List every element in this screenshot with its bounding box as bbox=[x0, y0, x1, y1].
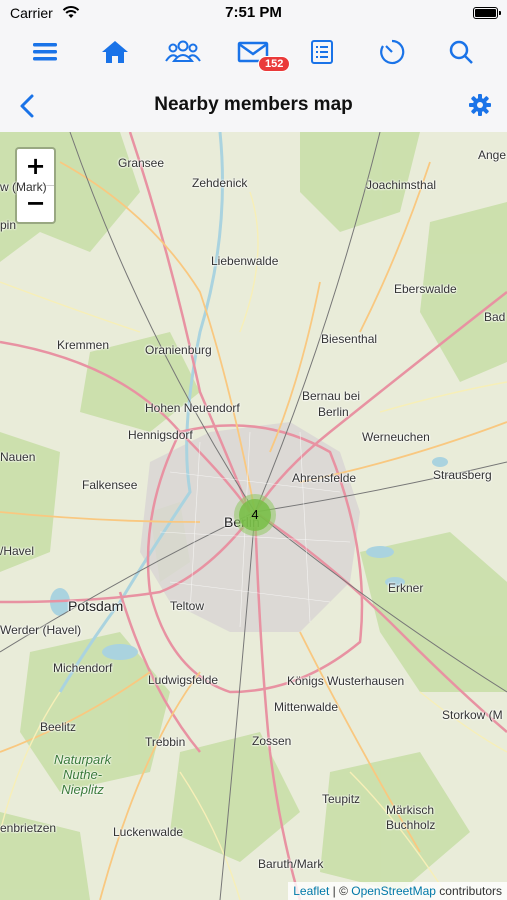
place-label: Ludwigsfelde bbox=[148, 673, 219, 687]
place-label: Luckenwalde bbox=[113, 825, 184, 839]
place-label: Strausberg bbox=[433, 468, 492, 482]
place-label: Erkner bbox=[388, 581, 424, 595]
place-label: Liebenwalde bbox=[211, 254, 279, 268]
place-label: Beelitz bbox=[40, 720, 77, 734]
place-label: Königs Wusterhausen bbox=[287, 674, 405, 688]
gear-icon bbox=[469, 94, 491, 116]
home-icon[interactable] bbox=[95, 32, 135, 72]
attribution-separator: | © bbox=[329, 884, 352, 898]
place-label: Kremmen bbox=[57, 338, 110, 352]
cluster-count: 4 bbox=[239, 499, 271, 531]
page-title: Nearby members map bbox=[154, 94, 353, 115]
place-label: Werder (Havel) bbox=[0, 623, 82, 637]
member-cluster-marker[interactable]: 4 bbox=[234, 494, 276, 536]
place-label: Bernau bei bbox=[302, 389, 361, 403]
clock: 7:51 PM bbox=[225, 4, 282, 21]
osm-link[interactable]: OpenStreetMap bbox=[351, 884, 436, 898]
search-icon[interactable] bbox=[441, 32, 481, 72]
leaflet-link[interactable]: Leaflet bbox=[293, 884, 329, 898]
status-bar: Carrier 7:51 PM bbox=[0, 0, 507, 26]
place-label: w (Mark) bbox=[0, 180, 47, 194]
nav-bar: Nearby members map bbox=[0, 78, 507, 133]
park-label: Naturpark Nuthe- Nieplitz bbox=[54, 752, 112, 797]
place-label: Trebbin bbox=[145, 735, 186, 749]
place-label: Biesenthal bbox=[321, 332, 378, 346]
map-attribution: Leaflet | © OpenStreetMap contributors bbox=[288, 882, 507, 900]
members-icon[interactable] bbox=[163, 32, 203, 72]
activity-clock-icon[interactable] bbox=[372, 32, 412, 72]
attribution-contributors: contributors bbox=[435, 884, 502, 898]
list-icon[interactable] bbox=[302, 32, 342, 72]
place-label: Mittenwalde bbox=[274, 700, 339, 714]
place-label: Gransee bbox=[118, 156, 165, 170]
place-label: Ahrensfelde bbox=[292, 471, 357, 485]
place-label: Zehdenick bbox=[192, 176, 248, 190]
place-label: Potsdam bbox=[68, 598, 124, 614]
map-view[interactable]: + − Ange Gransee Zehdenick Joachimsthal … bbox=[0, 132, 507, 900]
place-label: Michendorf bbox=[53, 661, 113, 675]
place-label: Ange bbox=[478, 148, 507, 162]
place-label: Falkensee bbox=[82, 478, 138, 492]
place-label: pin bbox=[0, 218, 17, 232]
place-label: Nauen bbox=[0, 450, 36, 464]
place-label: enbrietzen bbox=[0, 821, 57, 835]
place-label: Baruth/Mark bbox=[258, 857, 324, 871]
settings-button[interactable] bbox=[467, 92, 493, 118]
place-label: Märkisch Buchholz bbox=[386, 803, 436, 832]
place-label: Eberswalde bbox=[394, 282, 457, 296]
place-label: Storkow (M bbox=[442, 708, 503, 722]
place-label: Bad bbox=[484, 310, 506, 324]
place-label: Oranienburg bbox=[145, 343, 212, 357]
battery-icon bbox=[473, 7, 501, 19]
menu-icon[interactable] bbox=[25, 32, 65, 72]
place-label: Berlin bbox=[318, 405, 349, 419]
place-label: Zossen bbox=[252, 734, 292, 748]
place-label: Werneuchen bbox=[362, 430, 430, 444]
place-label: Hennigsdorf bbox=[128, 428, 193, 442]
place-label: Teupitz bbox=[322, 792, 361, 806]
place-label: Hohen Neuendorf bbox=[145, 401, 240, 415]
mail-badge: 152 bbox=[258, 56, 291, 72]
place-label: Teltow bbox=[170, 599, 205, 613]
place-label: Joachimsthal bbox=[366, 178, 437, 192]
top-toolbar: 152 bbox=[0, 26, 507, 78]
place-label: /Havel bbox=[0, 544, 35, 558]
